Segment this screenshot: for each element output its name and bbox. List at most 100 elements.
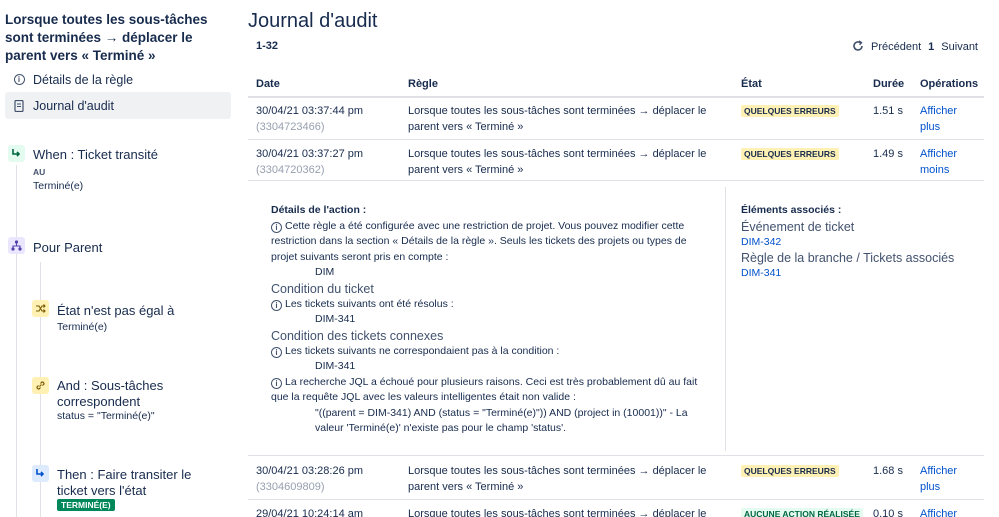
document-icon [5, 99, 33, 112]
sidebar-item-audit-log[interactable]: Journal d'audit [5, 92, 231, 119]
log-message-text: Les tickets suivants ont été résolus : [285, 297, 454, 310]
column-header-rule[interactable]: Règle [408, 78, 438, 90]
current-page: 1 [928, 41, 935, 53]
page-title: Journal d'audit [248, 10, 378, 32]
trigger-operator: AU [33, 167, 46, 177]
table-row: 29/04/21 10:24:14 am Lorsque toutes les … [248, 500, 984, 517]
action-details-panel: Détails de l'action : i Cette règle a été… [248, 181, 984, 456]
link-icon [32, 377, 49, 394]
log-message-text: Cette règle a été configurée avec une re… [271, 219, 687, 263]
show-more-link[interactable]: Afficher plus [920, 463, 980, 495]
row-date-value: 30/04/21 03:28:26 pm [256, 465, 364, 477]
row-duration: 1.49 s [873, 148, 903, 160]
info-icon: i [271, 299, 282, 311]
branch-node[interactable]: Pour Parent [33, 240, 102, 256]
branch-icon [8, 237, 25, 254]
show-more-link[interactable]: Afficher plus [920, 103, 980, 135]
log-message: i Cette règle a été configurée avec une r… [271, 219, 711, 266]
row-rule: Lorsque toutes les sous-tâches sont term… [408, 148, 707, 176]
row-state: AUCUNE ACTION RÉALISÉE [741, 506, 863, 517]
shuffle-icon [32, 300, 49, 317]
issue-link[interactable]: DIM-341 [741, 266, 981, 282]
rule-title: Lorsque toutes les sous-tâches sont term… [5, 12, 208, 63]
related-heading: Éléments associés : [741, 204, 842, 216]
result-range: 1-32 [256, 40, 279, 52]
component-title: Condition des tickets connexes [271, 328, 444, 343]
status-badge: TERMINÉ(E) [57, 499, 115, 511]
component-title: Condition du ticket [271, 281, 374, 296]
row-execution-id: (3304720362) [256, 164, 325, 176]
column-header-operations: Opérations [920, 78, 979, 90]
column-header-duration[interactable]: Durée [873, 78, 904, 90]
info-icon: i [5, 74, 33, 85]
action-details-heading: Détails de l'action : [271, 204, 367, 216]
trigger-icon [8, 145, 25, 162]
row-state: QUELQUES ERREURS [741, 146, 839, 162]
condition-node-status[interactable]: État n'est pas égal à [57, 303, 174, 319]
column-header-date[interactable]: Date [256, 78, 280, 90]
table-row: 30/04/21 03:28:26 pm (3304609809) Lorsqu… [248, 457, 984, 500]
refresh-icon[interactable] [852, 39, 864, 55]
sidebar-item-label: Journal d'audit [33, 98, 114, 113]
row-rule: Lorsque toutes les sous-tâches sont term… [408, 105, 707, 133]
column-header-state[interactable]: État [741, 78, 762, 90]
info-icon: i [271, 346, 282, 358]
row-duration: 1.51 s [873, 105, 903, 117]
status-badge: QUELQUES ERREURS [741, 148, 839, 160]
status-badge: QUELQUES ERREURS [741, 105, 839, 117]
row-duration: 0.10 s [873, 508, 903, 517]
row-date: 30/04/21 03:28:26 pm (3304609809) [256, 463, 363, 495]
row-state: QUELQUES ERREURS [741, 463, 839, 479]
row-date-value: 30/04/21 03:37:44 pm [256, 105, 364, 117]
sidebar-item-label: Détails de la règle [33, 72, 134, 87]
log-value: DIM-341 [315, 360, 356, 372]
action-node[interactable]: Then : Faire transiter le ticket vers l'… [57, 467, 222, 499]
issue-link[interactable]: DIM-342 [741, 235, 981, 251]
log-message-text: La recherche JQL a échoué pour plusieurs… [271, 375, 698, 404]
row-date: 29/04/21 10:24:14 am [256, 508, 364, 517]
info-icon: i [271, 377, 282, 389]
row-state: QUELQUES ERREURS [741, 103, 839, 119]
status-badge: QUELQUES ERREURS [741, 465, 839, 477]
log-value: "((parent = DIM-341) AND (status = "Term… [315, 406, 688, 435]
condition-node-subtasks[interactable]: And : Sous-tâches correspondent [57, 378, 187, 410]
row-execution-id: (3304609809) [256, 481, 325, 493]
table-header: Date Règle État Durée Opérations [248, 72, 984, 98]
flow-connector [16, 165, 17, 517]
row-execution-id: (3304723466) [256, 121, 325, 133]
pagination: Précédent 1 Suivant [852, 39, 978, 55]
action-details: Détails de l'action : i Cette règle a été… [271, 203, 711, 437]
condition-value: Terminé(e) [57, 321, 108, 333]
trigger-node[interactable]: When : Ticket transité [33, 147, 158, 163]
related-title: Règle de la branche / Tickets associés [741, 251, 955, 265]
divider [725, 187, 726, 451]
sidebar-item-rule-details[interactable]: i Détails de la règle [5, 66, 231, 93]
table-row: 30/04/21 03:37:44 pm (3304723466) Lorsqu… [248, 97, 984, 140]
show-less-link[interactable]: Afficher moins [920, 146, 980, 178]
transition-icon [32, 465, 49, 482]
info-icon: i [271, 221, 282, 233]
log-message: i Les tickets suivants ont été résolus : [271, 297, 711, 313]
row-rule: Lorsque toutes les sous-tâches sont term… [408, 465, 707, 493]
log-message: i La recherche JQL a échoué pour plusieur… [271, 375, 711, 406]
sidebar: Lorsque toutes les sous-tâches sont term… [0, 0, 240, 517]
row-date-value: 30/04/21 03:37:27 pm [256, 148, 364, 160]
row-date: 30/04/21 03:37:44 pm (3304723466) [256, 103, 363, 135]
trigger-value: Terminé(e) [33, 180, 84, 192]
related-title: Événement de ticket [741, 219, 855, 234]
row-rule: Lorsque toutes les sous-tâches sont term… [408, 508, 707, 517]
row-date: 30/04/21 03:37:27 pm (3304720362) [256, 146, 363, 178]
related-items: Éléments associés : Événement de ticket … [741, 203, 981, 282]
log-value: DIM-341 [315, 313, 356, 325]
log-message: i Les tickets suivants ne correspondaient… [271, 344, 711, 360]
table-row: 30/04/21 03:37:27 pm (3304720362) Lorsqu… [248, 140, 984, 181]
row-duration: 1.68 s [873, 465, 903, 477]
status-badge: AUCUNE ACTION RÉALISÉE [741, 508, 863, 517]
log-value: DIM [315, 266, 335, 278]
previous-page-link[interactable]: Précédent [871, 41, 921, 53]
log-message-text: Les tickets suivants ne correspondaient … [285, 344, 560, 357]
show-more-link[interactable]: Afficher [920, 506, 980, 517]
condition-value: status = "Terminé(e)" [57, 410, 155, 422]
next-page-link[interactable]: Suivant [941, 41, 978, 53]
audit-log-screen: Lorsque toutes les sous-tâches sont term… [0, 0, 999, 517]
